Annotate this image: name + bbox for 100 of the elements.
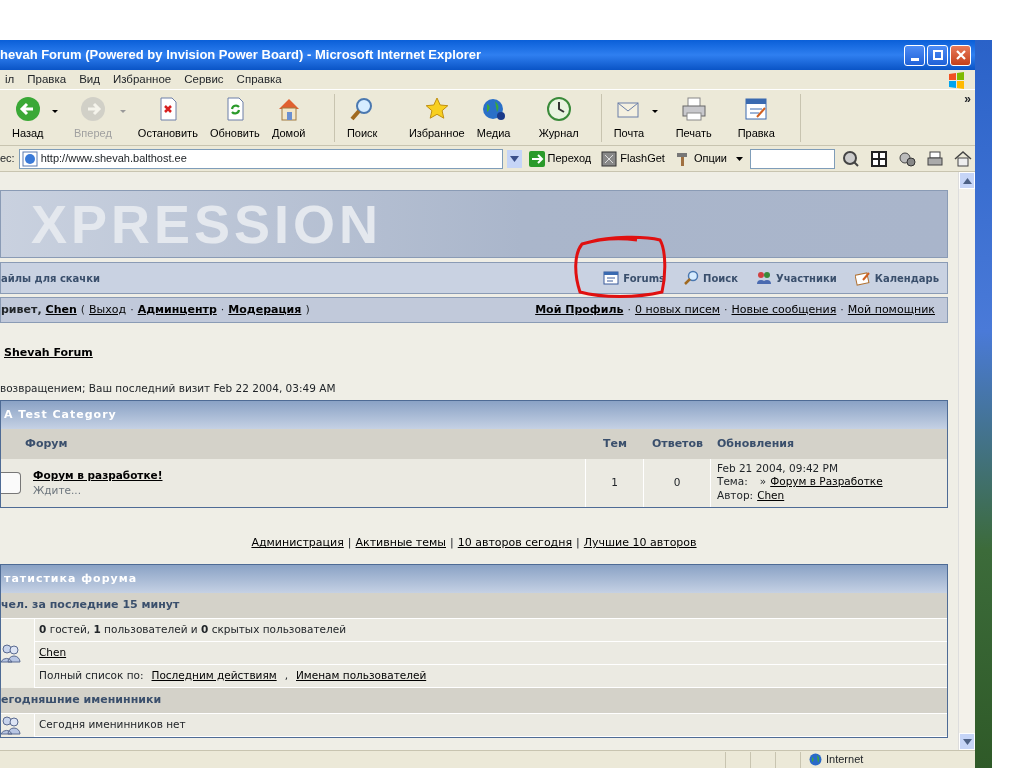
separator-text: ( [80, 301, 86, 318]
toolbar-button[interactable]: Назад [6, 93, 68, 143]
section-heading: егодняшние именинники [1, 687, 947, 714]
toolbar-button[interactable]: Журнал [532, 93, 595, 143]
maximize-button[interactable] [927, 44, 948, 66]
separator-text: · [627, 301, 631, 318]
separator-text: | [450, 535, 454, 552]
toolbar-button[interactable]: Почта [607, 93, 670, 143]
toolbar-button[interactable]: Правка [731, 93, 794, 143]
scroll-down-icon [962, 738, 972, 745]
minimize-icon [910, 57, 919, 61]
downloads-link[interactable]: айлы для скачки [1, 270, 101, 286]
author-link[interactable]: Chen [757, 488, 785, 502]
link[interactable]: Лучшие 10 авторов [583, 535, 697, 552]
people-icon [756, 270, 772, 286]
link[interactable]: 0 новых писем [634, 301, 720, 319]
printer-icon [926, 149, 944, 168]
toolbar-button[interactable]: Медиа [470, 93, 533, 143]
nav-link[interactable]: Forums [603, 270, 665, 286]
column-header: Тем [603, 437, 627, 450]
link[interactable]: Администрация [251, 535, 344, 552]
arrow-left-icon [14, 95, 41, 122]
caret-icon [652, 109, 659, 113]
house-icon [954, 149, 972, 168]
calendar-pen-icon [854, 270, 871, 286]
link[interactable]: Мой помощник [847, 301, 935, 319]
welcome-text: возвращением; Ваш последний визит Feb 22 2004, 03:49 AM [0, 380, 337, 396]
toolbar-button[interactable]: Домой [265, 93, 328, 143]
column-header: Форум [25, 436, 68, 452]
forum-link[interactable]: Форум в разработке! [33, 467, 163, 484]
menu-item[interactable]: Правка [22, 70, 75, 89]
link[interactable]: Новые сообщения [731, 301, 837, 319]
arrow-right-icon [79, 95, 106, 122]
last-post-date: Feb 21 2004, 09:42 PM [717, 462, 839, 476]
search-field[interactable] [750, 148, 835, 169]
address-field[interactable]: http://www.shevah.balthost.ee [18, 148, 503, 169]
link[interactable]: Модерация [228, 301, 302, 319]
link-button[interactable]: Опции [671, 150, 746, 167]
caret-icon [119, 109, 126, 113]
search-icon [683, 270, 699, 286]
nav-link[interactable]: Участники [756, 270, 837, 286]
go-button[interactable]: Переход [525, 150, 595, 167]
nav-link[interactable]: Поиск [683, 270, 738, 286]
marker-text: » [759, 475, 767, 489]
menu-item[interactable]: Избранное [107, 70, 180, 89]
caret-icon [509, 155, 519, 162]
nav-link[interactable]: Календарь [854, 270, 939, 286]
toolbar-button[interactable]: Печать [669, 93, 732, 143]
separator-text: · [724, 301, 728, 318]
separator-text: , [284, 667, 288, 683]
dropdown-button[interactable] [506, 149, 522, 168]
minimize-button[interactable] [904, 44, 925, 66]
toolbar-button[interactable]: Избранное [402, 93, 471, 143]
topic-link[interactable]: Форум в Разработке [770, 475, 883, 489]
link[interactable]: Выход [89, 301, 127, 319]
separator-text: | [576, 535, 580, 552]
page-icon [21, 150, 38, 167]
scroll-up-icon [962, 177, 972, 184]
menu-item[interactable]: Сервис [179, 70, 232, 89]
separator-text: Сегодня именинников нет [39, 716, 186, 732]
notepad-icon [743, 95, 770, 122]
toolbar-button[interactable]: Поиск [340, 93, 403, 143]
caret-icon [736, 156, 743, 161]
greeting-text: ривет, [1, 301, 42, 318]
scrollbar[interactable] [958, 172, 975, 750]
close-icon [955, 50, 966, 60]
column-header: Обновления [717, 437, 795, 450]
windows-flag-icon [947, 70, 967, 89]
menu-item[interactable]: Вид [74, 70, 108, 89]
separator-text: · [220, 301, 225, 318]
link[interactable]: Chen [45, 301, 77, 319]
link[interactable]: Админцентр [137, 301, 217, 319]
info-text: 0 гостей, 1 пользователей и 0 скрытых пользователей [39, 621, 347, 637]
category-title: A Test Category [1, 401, 947, 430]
menu-item[interactable]: іл [0, 70, 23, 89]
author-label: Автор: [717, 488, 754, 502]
menu-item[interactable]: Справка [231, 70, 290, 89]
window-title: hevah Forum (Powered by Invision Power Board) - Microsoft Internet Explorer [0, 46, 482, 65]
maximize-icon [932, 50, 943, 60]
magnifier-icon [842, 149, 860, 168]
separator-text: · [840, 301, 844, 318]
toolbar-button[interactable]: Обновить [203, 93, 266, 143]
link[interactable]: 10 авторов сегодня [457, 535, 573, 552]
close-button[interactable] [950, 44, 971, 66]
topic-count: 1 [611, 475, 618, 491]
forum-status-icon [1, 472, 21, 495]
link[interactable]: Именам пользователей [296, 667, 427, 684]
link[interactable]: Chen [39, 644, 67, 661]
link[interactable]: Активные темы [355, 535, 446, 552]
separator-text: | [347, 535, 352, 552]
chevron-button[interactable]: » [964, 90, 971, 108]
forum-description: Ждите... [33, 484, 81, 497]
star-icon [423, 95, 450, 122]
breadcrumb-link[interactable]: Shevah Forum [4, 346, 93, 359]
link[interactable]: Мой Профиль [535, 301, 624, 319]
separator-text: · [130, 301, 134, 318]
toolbar-button[interactable]: Остановить [131, 93, 204, 143]
zone-text: Internet [826, 752, 864, 768]
link[interactable]: Последним действиям [151, 667, 277, 684]
link-button[interactable]: FlashGet [598, 150, 668, 167]
